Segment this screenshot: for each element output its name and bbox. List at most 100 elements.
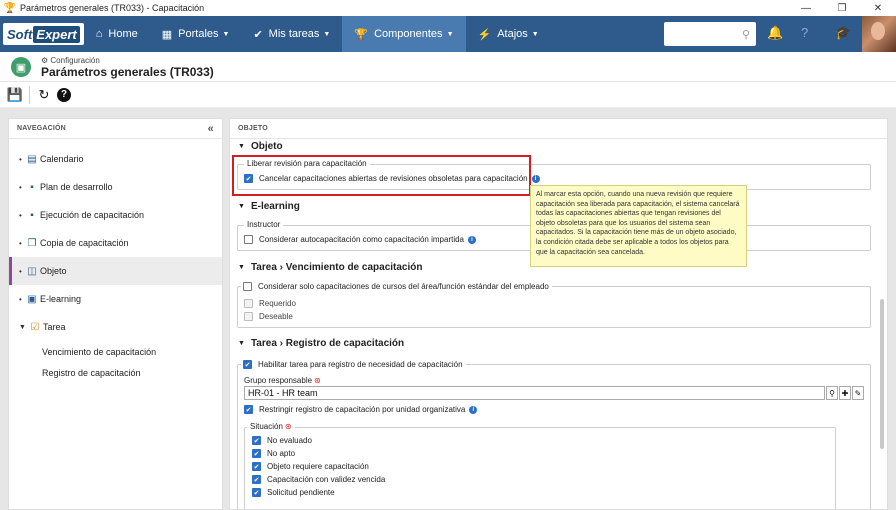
minimize-button[interactable]: — xyxy=(788,0,824,16)
info-icon[interactable]: i xyxy=(468,235,476,244)
content-header: OBJETO xyxy=(230,119,887,139)
standard-area-checkbox-row[interactable]: Considerar solo capacitaciones de cursos… xyxy=(241,282,552,291)
section-vencimiento[interactable]: ▼ Tarea › Vencimiento de capacitación xyxy=(238,262,422,273)
checkbox-checked[interactable]: ✔ xyxy=(244,405,253,414)
checkbox-checked[interactable]: ✔ xyxy=(252,436,261,445)
graduation-cap-icon[interactable]: 🎓 xyxy=(835,25,851,41)
save-icon[interactable]: 💾 xyxy=(5,85,25,105)
elearning-icon: ▣ xyxy=(27,293,37,305)
sidebar-item-copia[interactable]: • ❐ Copia de capacitación xyxy=(9,229,222,257)
restrict-unit-checkbox-row[interactable]: ✔ Restringir registro de capacitación po… xyxy=(244,405,478,414)
section-elearning-title: E-learning xyxy=(250,201,300,212)
checkbox-checked[interactable]: ✔ xyxy=(252,475,261,484)
situacion-checkbox-row[interactable]: ✔ Solicitud pendiente xyxy=(252,488,335,497)
sidebar-subitem-registro[interactable]: Registro de capacitación xyxy=(9,362,222,383)
situacion-checkbox-row[interactable]: ✔ Capacitación con validez vencida xyxy=(252,475,385,484)
checkbox-disabled[interactable] xyxy=(244,299,253,308)
checkbox-label: No evaluado xyxy=(267,436,312,445)
sidebar-item-label: Plan de desarrollo xyxy=(40,182,113,192)
requerido-checkbox-row[interactable]: Requerido xyxy=(244,299,296,308)
breadcrumb-label[interactable]: Configuración xyxy=(50,56,99,65)
checkbox-disabled[interactable] xyxy=(244,312,253,321)
checkbox-checked[interactable]: ✔ xyxy=(252,462,261,471)
nav-portales[interactable]: ▦ Portales ▼ xyxy=(150,16,242,52)
checkbox-label: Restringir registro de capacitación por … xyxy=(259,405,466,414)
fieldset-legend: Instructor xyxy=(244,220,284,229)
sidebar-item-label: E-learning xyxy=(40,294,82,304)
search-input[interactable]: ⚲ xyxy=(664,22,756,46)
info-icon[interactable]: i xyxy=(469,405,478,414)
sidebar-subitem-vencimiento[interactable]: Vencimiento de capacitación xyxy=(9,341,222,362)
checkbox-checked[interactable]: ✔ xyxy=(252,488,261,497)
training-app-icon: ▣ xyxy=(11,57,31,77)
execution-icon: ▪ xyxy=(30,209,34,221)
checkbox-label: Capacitación con validez vencida xyxy=(267,475,386,484)
checkbox-checked[interactable]: ✔ xyxy=(243,360,252,369)
triangle-down-icon: ▼ xyxy=(238,340,245,347)
deseable-checkbox-row[interactable]: Deseable xyxy=(244,312,293,321)
required-icon: ⊛ xyxy=(314,376,321,385)
sidebar-title: NAVEGACIÓN xyxy=(17,125,66,132)
situacion-checkbox-row[interactable]: ✔ No apto xyxy=(252,449,295,458)
close-button[interactable]: ✕ xyxy=(860,0,896,16)
checkbox-label: Requerido xyxy=(259,299,296,308)
gear-icon: ⚙ xyxy=(41,56,49,65)
self-training-checkbox-row[interactable]: Considerar autocapacitación como capacit… xyxy=(244,235,476,244)
sidebar-item-tarea[interactable]: ▼ ☑ Tarea xyxy=(9,313,222,341)
section-elearning[interactable]: ▼ E-learning xyxy=(238,201,300,212)
section-objeto-title: Objeto xyxy=(250,141,283,152)
nav-atajos[interactable]: ⚡ Atajos ▼ xyxy=(466,16,551,52)
nav-componentes[interactable]: 🏆 Componentes ▼ xyxy=(342,16,466,52)
situacion-checkbox-row[interactable]: ✔ No evaluado xyxy=(252,436,312,445)
scrollbar[interactable] xyxy=(880,299,884,449)
enable-task-checkbox-row[interactable]: ✔ Habilitar tarea para registro de neces… xyxy=(241,360,466,369)
section-objeto[interactable]: ▼ Objeto xyxy=(238,141,283,152)
clear-icon[interactable]: ✎ xyxy=(852,386,864,400)
nav-componentes-label: Componentes xyxy=(374,28,443,40)
avatar[interactable] xyxy=(862,16,896,52)
checkbox-label: Considerar solo capacitaciones de cursos… xyxy=(258,282,549,291)
checkbox-checked[interactable]: ✔ xyxy=(252,449,261,458)
nav-home[interactable]: ⌂ Home xyxy=(84,16,150,52)
toolbar-divider xyxy=(29,85,30,104)
caret-down-icon: ▼ xyxy=(222,30,230,38)
group-responsible-field[interactable]: HR-01 - HR team xyxy=(244,386,825,400)
sidebar-item-objeto[interactable]: • ◫ Objeto xyxy=(9,257,222,285)
sidebar-item-calendario[interactable]: • ▤ Calendario xyxy=(9,145,222,173)
triangle-down-icon: ▼ xyxy=(19,323,26,331)
main-area: NAVEGACIÓN « • ▤ Calendario • ▪ Plan de … xyxy=(0,108,896,510)
content-title: OBJETO xyxy=(238,125,268,132)
checkbox-unchecked[interactable] xyxy=(243,282,252,291)
search-icon[interactable]: ⚲ xyxy=(826,386,838,400)
restore-button[interactable]: ❐ xyxy=(824,0,860,16)
nav-mis-tareas[interactable]: ✔ Mis tareas ▼ xyxy=(241,16,342,52)
window-titlebar: 🏆 Parámetros generales (TR033) - Capacit… xyxy=(0,0,896,16)
group-responsible-label: Grupo responsable ⊛ xyxy=(244,376,321,385)
help-button[interactable]: ? xyxy=(54,85,74,105)
section-registro[interactable]: ▼ Tarea › Registro de capacitación xyxy=(238,338,404,349)
grid-icon: ▦ xyxy=(161,28,173,41)
sidebar-item-plan-de-desarrollo[interactable]: • ▪ Plan de desarrollo xyxy=(9,173,222,201)
info-icon[interactable]: i xyxy=(531,174,540,183)
sidebar-item-label: Tarea xyxy=(43,322,66,332)
sidebar-list: • ▤ Calendario • ▪ Plan de desarrollo • … xyxy=(9,139,222,383)
help-icon: ? xyxy=(57,87,71,102)
refresh-icon[interactable]: ↻ xyxy=(34,85,54,105)
logo-expert-text: Expert xyxy=(33,25,80,43)
add-icon[interactable]: ✚ xyxy=(839,386,851,400)
navigation-sidebar: NAVEGACIÓN « • ▤ Calendario • ▪ Plan de … xyxy=(8,118,223,510)
triangle-down-icon: ▼ xyxy=(238,264,245,271)
collapse-icon[interactable]: « xyxy=(208,123,214,135)
checkbox-unchecked[interactable] xyxy=(244,235,253,244)
triangle-down-icon: ▼ xyxy=(238,143,245,150)
checkbox-label: Habilitar tarea para registro de necesid… xyxy=(258,360,463,369)
softexpert-logo[interactable]: Soft Expert xyxy=(3,23,84,45)
checkbox-label: Deseable xyxy=(259,312,293,321)
sidebar-item-elearning[interactable]: • ▣ E-learning xyxy=(9,285,222,313)
help-circle-icon[interactable]: ? xyxy=(801,25,808,40)
toolbar: 💾 ↻ ? xyxy=(0,82,896,108)
sidebar-item-ejecucion[interactable]: • ▪ Ejecución de capacitación xyxy=(9,201,222,229)
situacion-checkbox-row[interactable]: ✔ Objeto requiere capacitación xyxy=(252,462,369,471)
bell-icon[interactable]: 🔔 xyxy=(767,25,783,41)
group-responsible-value: HR-01 - HR team xyxy=(248,388,318,398)
